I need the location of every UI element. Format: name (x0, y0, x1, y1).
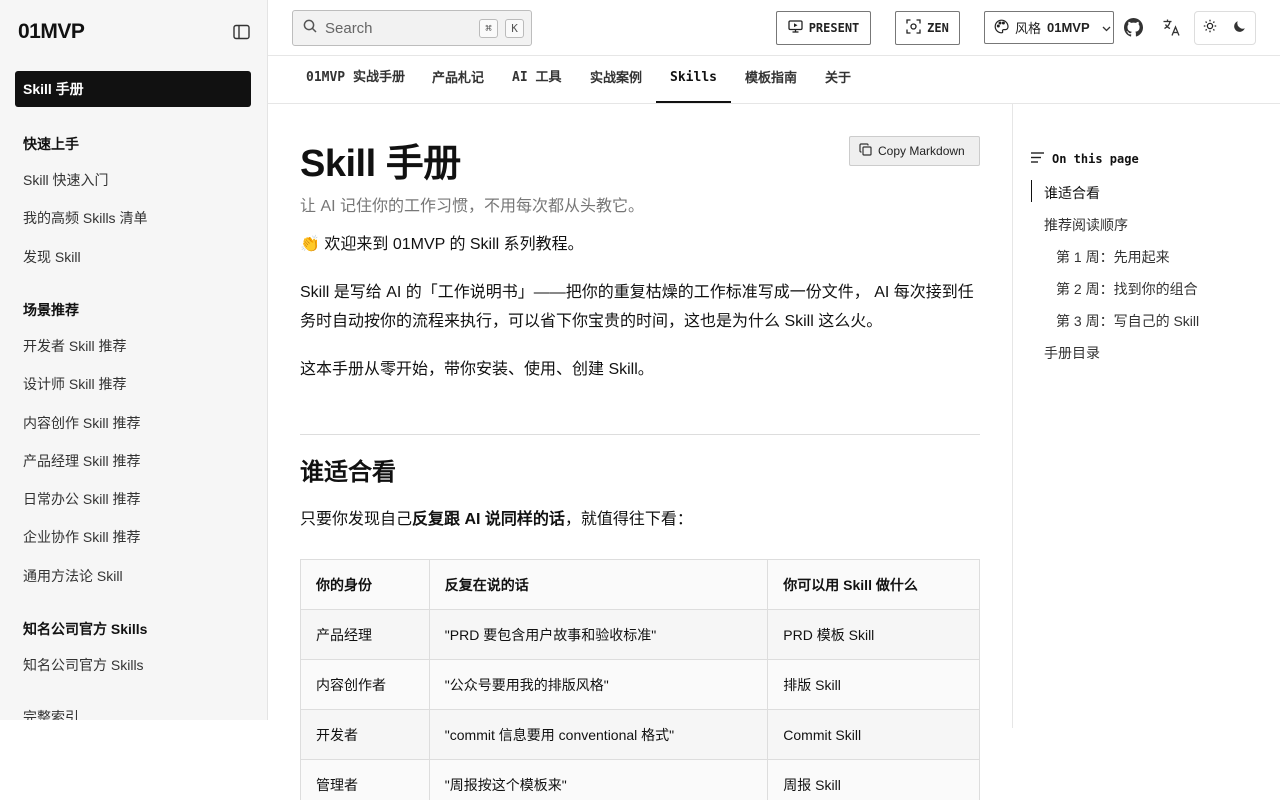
section-title-audience: 谁适合看 (300, 459, 396, 486)
toc-item-week-1[interactable]: 第 1 周：先用起来 (1056, 247, 1170, 267)
main-content: Skill 手册 Copy Markdown 让 AI 记住你的工作习惯，不用每… (268, 104, 1012, 800)
table-header-cell: 你可以用 Skill 做什么 (767, 559, 980, 610)
tab-case-studies[interactable]: 实战案例 (590, 56, 642, 103)
present-label: PRESENT (808, 21, 860, 35)
sidebar-item-content[interactable]: 内容创作 Skill 推荐 (23, 413, 140, 433)
style-prefix: 风格 (1015, 21, 1042, 36)
table-cell: "周报按这个模板来" (428, 759, 769, 800)
section-intro-post: ，就值得往下看： (564, 511, 693, 528)
toc-item-reading-order[interactable]: 推荐阅读顺序 (1044, 215, 1128, 235)
sidebar-item-methodology[interactable]: 通用方法论 Skill (23, 566, 123, 586)
tab-ai-tools[interactable]: AI 工具 (512, 56, 561, 103)
top-nav-tabs: 01MVP 实战手册 产品札记 AI 工具 实战案例 Skills 模板指南 关… (268, 56, 1280, 104)
chevron-down-icon (1102, 20, 1111, 35)
sidebar-item-office[interactable]: 日常办公 Skill 推荐 (23, 489, 140, 509)
table-cell: 管理者 (300, 759, 430, 800)
top-header: Search ⌘ K PRESENT ZEN 风格 01MVP (268, 0, 1280, 56)
toc-title-label: On this page (1052, 152, 1139, 166)
search-input[interactable]: Search ⌘ K (292, 10, 532, 46)
table-cell: "公众号要用我的排版风格" (428, 659, 769, 710)
table-cell: 产品经理 (300, 609, 430, 660)
intro-paragraph-2: 这本手册从零开始，带你安装、使用、创建 Skill。 (300, 361, 654, 378)
sidebar-item-designer[interactable]: 设计师 Skill 推荐 (23, 374, 126, 394)
section-intro: 只要你发现自己反复跟 AI 说同样的话，就值得往下看： (300, 505, 980, 534)
table-cell: 开发者 (300, 709, 430, 760)
section-intro-bold: 反复跟 AI 说同样的话 (412, 511, 565, 528)
table-cell: Commit Skill (767, 709, 980, 760)
tab-about[interactable]: 关于 (825, 56, 851, 103)
search-icon (303, 19, 317, 38)
theme-toggle[interactable] (1194, 11, 1256, 45)
sidebar-item-favorite-skills[interactable]: 我的高频 Skills 清单 (23, 208, 147, 228)
search-placeholder: Search (325, 19, 373, 37)
sidebar-item-developer[interactable]: 开发者 Skill 推荐 (23, 336, 126, 356)
table-header-row: 你的身份 反复在说的话 你可以用 Skill 做什么 (300, 559, 980, 610)
table-cell: PRD 模板 Skill (767, 609, 980, 660)
sidebar-item-discover-skill[interactable]: 发现 Skill (23, 247, 81, 267)
logo-row: 01MVP (18, 18, 250, 46)
list-icon (1031, 152, 1044, 166)
audience-table: 你的身份 反复在说的话 你可以用 Skill 做什么 产品经理 "PRD 要包含… (300, 559, 980, 800)
palette-icon (994, 19, 1009, 37)
page-subtitle: 让 AI 记住你的工作习惯，不用每次都从头教它。 (300, 198, 645, 215)
tab-01mvp-manual[interactable]: 01MVP 实战手册 (306, 56, 405, 103)
sidebar-item-enterprise[interactable]: 企业协作 Skill 推荐 (23, 527, 140, 547)
sidebar-item-official[interactable]: 知名公司官方 Skills (23, 655, 144, 675)
github-icon[interactable] (1122, 16, 1144, 38)
table-cell: 排版 Skill (767, 659, 980, 710)
sidebar-group-scenarios: 场景推荐 (23, 302, 79, 318)
sidebar-item-index[interactable]: 完整索引 (23, 707, 79, 720)
intro-paragraph: Skill 是写给 AI 的「工作说明书」——把你的重复枯燥的工作标准写成一份文… (300, 284, 974, 330)
table-cell: "commit 信息要用 conventional 格式" (428, 709, 769, 760)
moon-icon[interactable] (1233, 19, 1247, 38)
table-row: 管理者 "周报按这个模板来" 周报 Skill (300, 759, 980, 800)
welcome-text: 👏 欢迎来到 01MVP 的 Skill 系列教程。 (300, 236, 584, 253)
toc-title: On this page (1031, 152, 1139, 166)
sidebar-toggle-icon[interactable] (232, 23, 250, 41)
copy-markdown-button[interactable]: Copy Markdown (849, 136, 980, 166)
table-row: 开发者 "commit 信息要用 conventional 格式" Commit… (300, 709, 980, 760)
toc-item-audience[interactable]: 谁适合看 (1044, 183, 1100, 203)
tab-product-notes[interactable]: 产品札记 (432, 56, 484, 103)
toc-item-directory[interactable]: 手册目录 (1044, 343, 1100, 363)
present-button[interactable]: PRESENT (776, 11, 871, 45)
table-header-cell: 反复在说的话 (428, 559, 769, 610)
sidebar: 01MVP Skill 手册 快速上手 Skill 快速入门 我的高频 Skil… (0, 0, 268, 720)
table-row: 产品经理 "PRD 要包含用户故事和验收标准" PRD 模板 Skill (300, 609, 980, 660)
table-cell: 内容创作者 (300, 659, 430, 710)
translate-icon[interactable] (1160, 16, 1182, 38)
toc-item-week-3[interactable]: 第 3 周：写自己的 Skill (1056, 311, 1199, 331)
page-title: Skill 手册 (300, 143, 461, 185)
sidebar-group-official: 知名公司官方 Skills (23, 621, 148, 637)
sidebar-item-skill-manual[interactable]: Skill 手册 (15, 71, 251, 107)
section-divider (300, 434, 980, 435)
copy-icon (859, 143, 872, 159)
copy-markdown-label: Copy Markdown (878, 144, 965, 158)
on-this-page-toc: On this page 谁适合看 推荐阅读顺序 第 1 周：先用起来 第 2 … (1012, 104, 1280, 728)
present-icon (788, 20, 803, 36)
sidebar-item-quickstart[interactable]: Skill 快速入门 (23, 170, 109, 190)
sidebar-item-pm[interactable]: 产品经理 Skill 推荐 (23, 451, 140, 471)
style-value: 01MVP (1047, 20, 1090, 35)
section-intro-pre: 只要你发现自己 (300, 511, 413, 528)
kbd-k: K (505, 19, 524, 38)
toc-active-indicator (1031, 180, 1032, 202)
tab-skills[interactable]: Skills (656, 56, 731, 103)
sun-icon[interactable] (1203, 19, 1217, 38)
style-select[interactable]: 风格 01MVP (984, 11, 1114, 44)
zen-label: ZEN (927, 21, 949, 35)
kbd-cmd: ⌘ (479, 19, 498, 38)
table-cell: "PRD 要包含用户故事和验收标准" (428, 609, 769, 660)
toc-item-week-2[interactable]: 第 2 周：找到你的组合 (1056, 279, 1198, 299)
zen-icon (906, 19, 921, 37)
sidebar-group-quickstart: 快速上手 (23, 136, 79, 152)
zen-button[interactable]: ZEN (895, 11, 960, 45)
table-cell: 周报 Skill (767, 759, 980, 800)
logo[interactable]: 01MVP (18, 20, 85, 44)
table-row: 内容创作者 "公众号要用我的排版风格" 排版 Skill (300, 659, 980, 710)
table-header-cell: 你的身份 (300, 559, 430, 610)
tab-templates[interactable]: 模板指南 (745, 56, 797, 103)
